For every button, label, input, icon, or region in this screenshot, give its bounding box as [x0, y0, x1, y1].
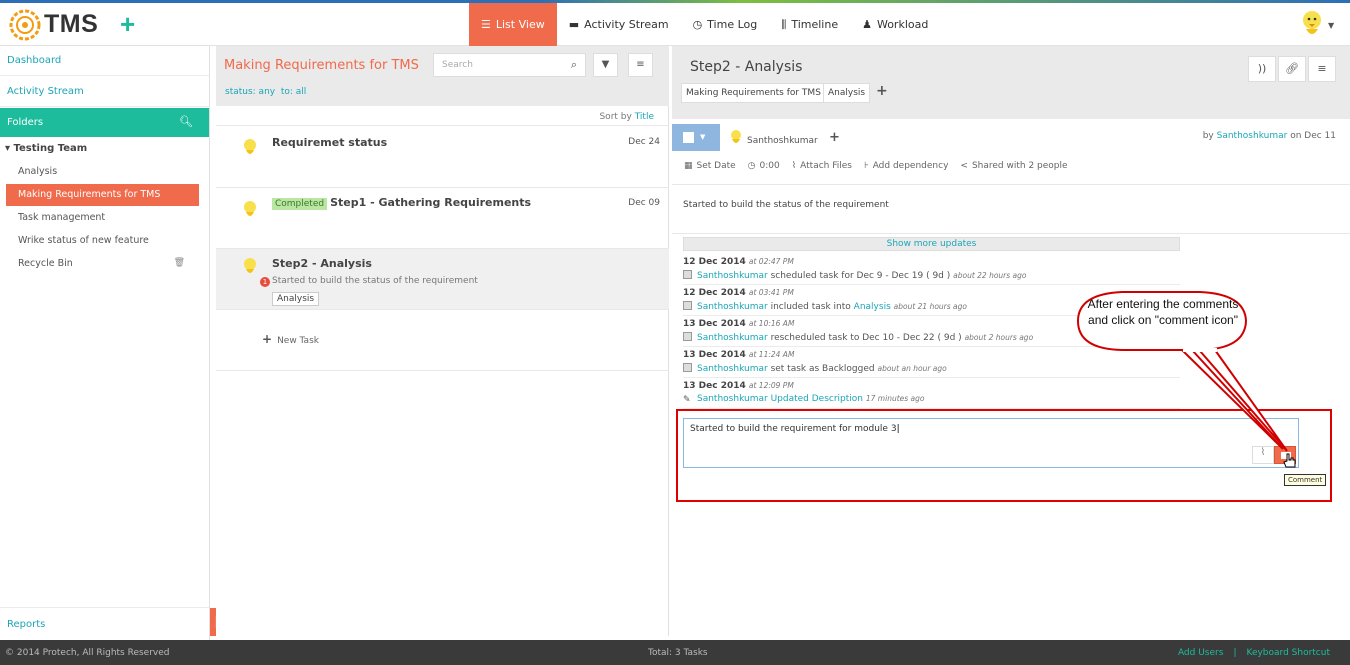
footer-separator: |	[1233, 648, 1237, 658]
footer: © 2014 Protech, All Rights Reserved Tota…	[0, 640, 1350, 665]
annotation-callout	[1076, 291, 1288, 452]
footer-links: Add Users | Keyboard Shortcut	[1178, 648, 1330, 658]
copyright: © 2014 Protech, All Rights Reserved	[5, 648, 170, 658]
task-total: Total: 3 Tasks	[648, 648, 708, 658]
add-users-link[interactable]: Add Users	[1178, 648, 1224, 658]
annotation-callout-text: After entering the comments and click on…	[1087, 297, 1239, 327]
cursor-hand-icon	[1283, 453, 1296, 468]
keyboard-shortcut-link[interactable]: Keyboard Shortcut	[1246, 648, 1330, 658]
